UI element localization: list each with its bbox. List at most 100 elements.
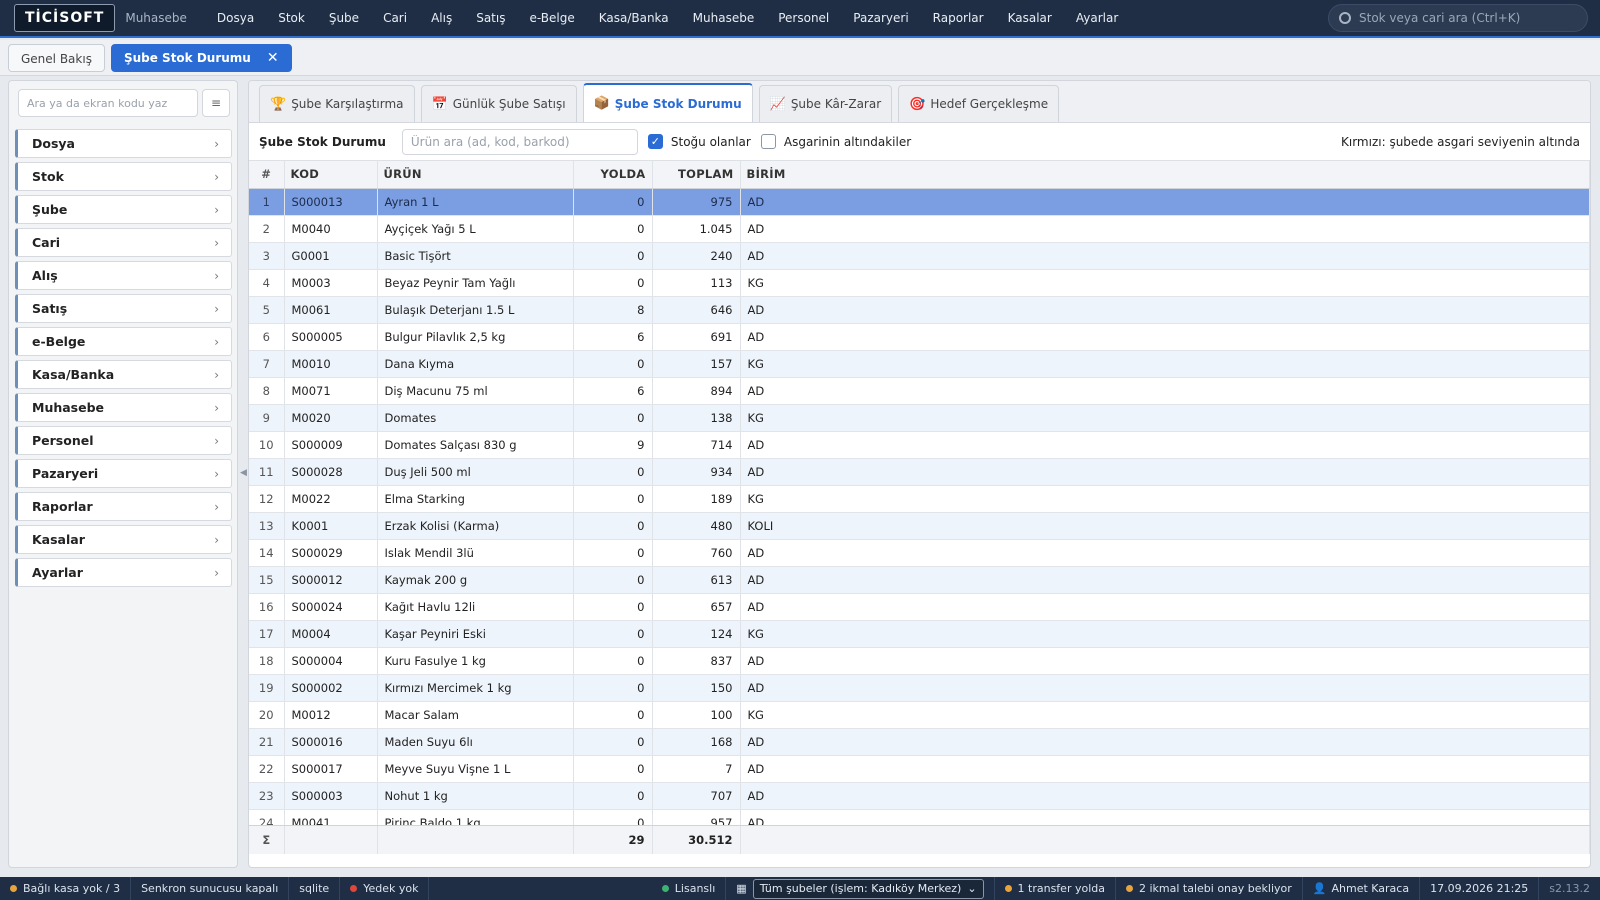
sidebar-item-cari[interactable]: Cari › bbox=[15, 228, 232, 257]
sidebar-item-ayarlar[interactable]: Ayarlar › bbox=[15, 558, 232, 587]
tab-sube-stok-durumu[interactable]: Şube Stok Durumu ✕ bbox=[110, 43, 292, 72]
chevron-right-icon: › bbox=[214, 499, 219, 514]
table-row[interactable]: 8 M0071 Diş Macunu 75 ml 6 894 AD bbox=[249, 377, 1590, 405]
sidebar-search-input[interactable] bbox=[18, 89, 198, 117]
tab-label: Günlük Şube Satışı bbox=[452, 97, 566, 111]
menu-item-sube[interactable]: Şube bbox=[317, 0, 371, 37]
menu-item-raporlar[interactable]: Raporlar bbox=[921, 0, 996, 37]
cell-toplam: 646 bbox=[652, 296, 741, 324]
sidebar-item-stok[interactable]: Stok › bbox=[15, 162, 232, 191]
table-row[interactable]: 3 G0001 Basic Tişört 0 240 AD bbox=[249, 242, 1590, 270]
cell-toplam: 760 bbox=[652, 539, 741, 567]
table-row[interactable]: 9 M0020 Domates 0 138 KG bbox=[249, 404, 1590, 432]
target-icon: 🎯 bbox=[909, 96, 926, 112]
sidebar-collapse-handle[interactable]: ◀ bbox=[240, 468, 247, 478]
table-row[interactable]: 17 M0004 Kaşar Peyniri Eski 0 124 KG bbox=[249, 620, 1590, 648]
branch-select-value: Tüm şubeler (işlem: Kadıköy Merkez) bbox=[759, 882, 962, 895]
main-menu: Dosya Stok Şube Cari Alış Satış e-Belge … bbox=[205, 0, 1130, 37]
tab-sube-kar-zarar[interactable]: 📈 Şube Kâr-Zarar bbox=[758, 85, 893, 122]
branch-select[interactable]: Tüm şubeler (işlem: Kadıköy Merkez) ⌄ bbox=[752, 878, 984, 899]
cell-birim: AD bbox=[740, 593, 1590, 621]
tab-gunluk-sube-satisi[interactable]: 📅 Günlük Şube Satışı bbox=[420, 85, 577, 122]
menu-item-satis[interactable]: Satış bbox=[464, 0, 517, 37]
tab-hedef-gerceklesme[interactable]: 🎯 Hedef Gerçekleşme bbox=[898, 85, 1060, 122]
cell-birim: KG bbox=[740, 620, 1590, 648]
table-row[interactable]: 16 S000024 Kağıt Havlu 12li 0 657 AD bbox=[249, 593, 1590, 621]
table-row[interactable]: 20 M0012 Macar Salam 0 100 KG bbox=[249, 701, 1590, 729]
col-toplam[interactable]: TOPLAM bbox=[652, 161, 741, 189]
table-row[interactable]: 6 S000005 Bulgur Pilavlık 2,5 kg 6 691 AD bbox=[249, 323, 1590, 351]
cell-urun: Elma Starking bbox=[377, 485, 574, 513]
table-row[interactable]: 4 M0003 Beyaz Peynir Tam Yağlı 0 113 KG bbox=[249, 269, 1590, 297]
status-transfer-label: 1 transfer yolda bbox=[1017, 882, 1105, 895]
menu-item-kasa-banka[interactable]: Kasa/Banka bbox=[587, 0, 681, 37]
sidebar-item-muhasebe[interactable]: Muhasebe › bbox=[15, 393, 232, 422]
global-search-input[interactable] bbox=[1359, 11, 1579, 25]
cell-kod: S000012 bbox=[284, 566, 378, 594]
app-logo[interactable]: TİCİSOFT bbox=[14, 4, 116, 32]
col-index[interactable]: # bbox=[249, 161, 285, 189]
menu-item-kasalar[interactable]: Kasalar bbox=[996, 0, 1064, 37]
table-row[interactable]: 22 S000017 Meyve Suyu Vişne 1 L 0 7 AD bbox=[249, 755, 1590, 783]
sidebar-item-alis[interactable]: Alış › bbox=[15, 261, 232, 290]
cell-index: 11 bbox=[249, 458, 285, 486]
menu-item-personel[interactable]: Personel bbox=[766, 0, 841, 37]
sidebar-item-pazaryeri[interactable]: Pazaryeri › bbox=[15, 459, 232, 488]
table-row[interactable]: 14 S000029 Islak Mendil 3lü 0 760 AD bbox=[249, 539, 1590, 567]
menu-item-cari[interactable]: Cari bbox=[371, 0, 419, 37]
table-row[interactable]: 11 S000028 Duş Jeli 500 ml 0 934 AD bbox=[249, 458, 1590, 486]
table-row[interactable]: 7 M0010 Dana Kıyma 0 157 KG bbox=[249, 350, 1590, 378]
menu-item-alis[interactable]: Alış bbox=[419, 0, 464, 37]
col-birim[interactable]: BİRİM bbox=[740, 161, 1590, 189]
table-row[interactable]: 12 M0022 Elma Starking 0 189 KG bbox=[249, 485, 1590, 513]
table-row[interactable]: 5 M0061 Bulaşık Deterjanı 1.5 L 8 646 AD bbox=[249, 296, 1590, 324]
in-stock-checkbox[interactable]: ✓ bbox=[647, 134, 663, 149]
table-row[interactable]: 19 S000002 Kırmızı Mercimek 1 kg 0 150 AD bbox=[249, 674, 1590, 702]
in-stock-filter[interactable]: ✓ Stoğu olanlar bbox=[647, 134, 751, 149]
sum-empty bbox=[377, 826, 574, 854]
status-transfer[interactable]: 1 transfer yolda bbox=[995, 877, 1116, 900]
menu-item-stok[interactable]: Stok bbox=[266, 0, 317, 37]
table-row[interactable]: 13 K0001 Erzak Kolisi (Karma) 0 480 KOLI bbox=[249, 512, 1590, 540]
cell-yolda: 0 bbox=[573, 188, 653, 216]
menu-item-dosya[interactable]: Dosya bbox=[205, 0, 266, 37]
table-row[interactable]: 18 S000004 Kuru Fasulye 1 kg 0 837 AD bbox=[249, 647, 1590, 675]
cell-yolda: 0 bbox=[573, 782, 653, 810]
menu-item-muhasebe[interactable]: Muhasebe bbox=[681, 0, 767, 37]
menu-item-pazaryeri[interactable]: Pazaryeri bbox=[841, 0, 920, 37]
tab-sube-stok-durumu-report[interactable]: 📦 Şube Stok Durumu bbox=[582, 83, 753, 122]
col-urun[interactable]: ÜRÜN bbox=[377, 161, 574, 189]
table-row[interactable]: 23 S000003 Nohut 1 kg 0 707 AD bbox=[249, 782, 1590, 810]
table-row[interactable]: 21 S000016 Maden Suyu 6lı 0 168 AD bbox=[249, 728, 1590, 756]
cell-yolda: 0 bbox=[573, 728, 653, 756]
status-user[interactable]: 👤 Ahmet Karaca bbox=[1303, 877, 1421, 900]
below-min-filter[interactable]: Asgarinin altındakiler bbox=[760, 134, 911, 149]
cell-yolda: 0 bbox=[573, 242, 653, 270]
cell-urun: Basic Tişört bbox=[377, 242, 574, 270]
sidebar-item-kasalar[interactable]: Kasalar › bbox=[15, 525, 232, 554]
cell-birim: AD bbox=[740, 215, 1590, 243]
sidebar-item-satis[interactable]: Satış › bbox=[15, 294, 232, 323]
menu-icon[interactable]: ≡ bbox=[202, 89, 230, 117]
status-requests[interactable]: 2 ikmal talebi onay bekliyor bbox=[1116, 877, 1303, 900]
table-row[interactable]: 1 S000013 Ayran 1 L 0 975 AD bbox=[249, 188, 1590, 216]
below-min-checkbox[interactable] bbox=[760, 134, 776, 149]
cell-toplam: 691 bbox=[652, 323, 741, 351]
tab-sube-karsilastirma[interactable]: 🏆 Şube Karşılaştırma bbox=[259, 85, 415, 122]
product-search-input[interactable] bbox=[401, 128, 638, 155]
menu-item-ebelge[interactable]: e-Belge bbox=[517, 0, 586, 37]
table-row[interactable]: 15 S000012 Kaymak 200 g 0 613 AD bbox=[249, 566, 1590, 594]
sidebar-item-raporlar[interactable]: Raporlar › bbox=[15, 492, 232, 521]
close-icon[interactable]: ✕ bbox=[267, 44, 279, 72]
table-row[interactable]: 2 M0040 Ayçiçek Yağı 5 L 0 1.045 AD bbox=[249, 215, 1590, 243]
sidebar-item-ebelge[interactable]: e-Belge › bbox=[15, 327, 232, 356]
col-yolda[interactable]: YOLDA bbox=[573, 161, 653, 189]
col-kod[interactable]: KOD bbox=[284, 161, 378, 189]
sidebar-item-kasa-banka[interactable]: Kasa/Banka › bbox=[15, 360, 232, 389]
sidebar-item-sube[interactable]: Şube › bbox=[15, 195, 232, 224]
table-row[interactable]: 10 S000009 Domates Salçası 830 g 9 714 AD bbox=[249, 431, 1590, 459]
sidebar-item-dosya[interactable]: Dosya › bbox=[15, 129, 232, 158]
sidebar-item-personel[interactable]: Personel › bbox=[15, 426, 232, 455]
menu-item-ayarlar[interactable]: Ayarlar bbox=[1064, 0, 1130, 37]
tab-genel-bakis[interactable]: Genel Bakış bbox=[8, 43, 105, 72]
